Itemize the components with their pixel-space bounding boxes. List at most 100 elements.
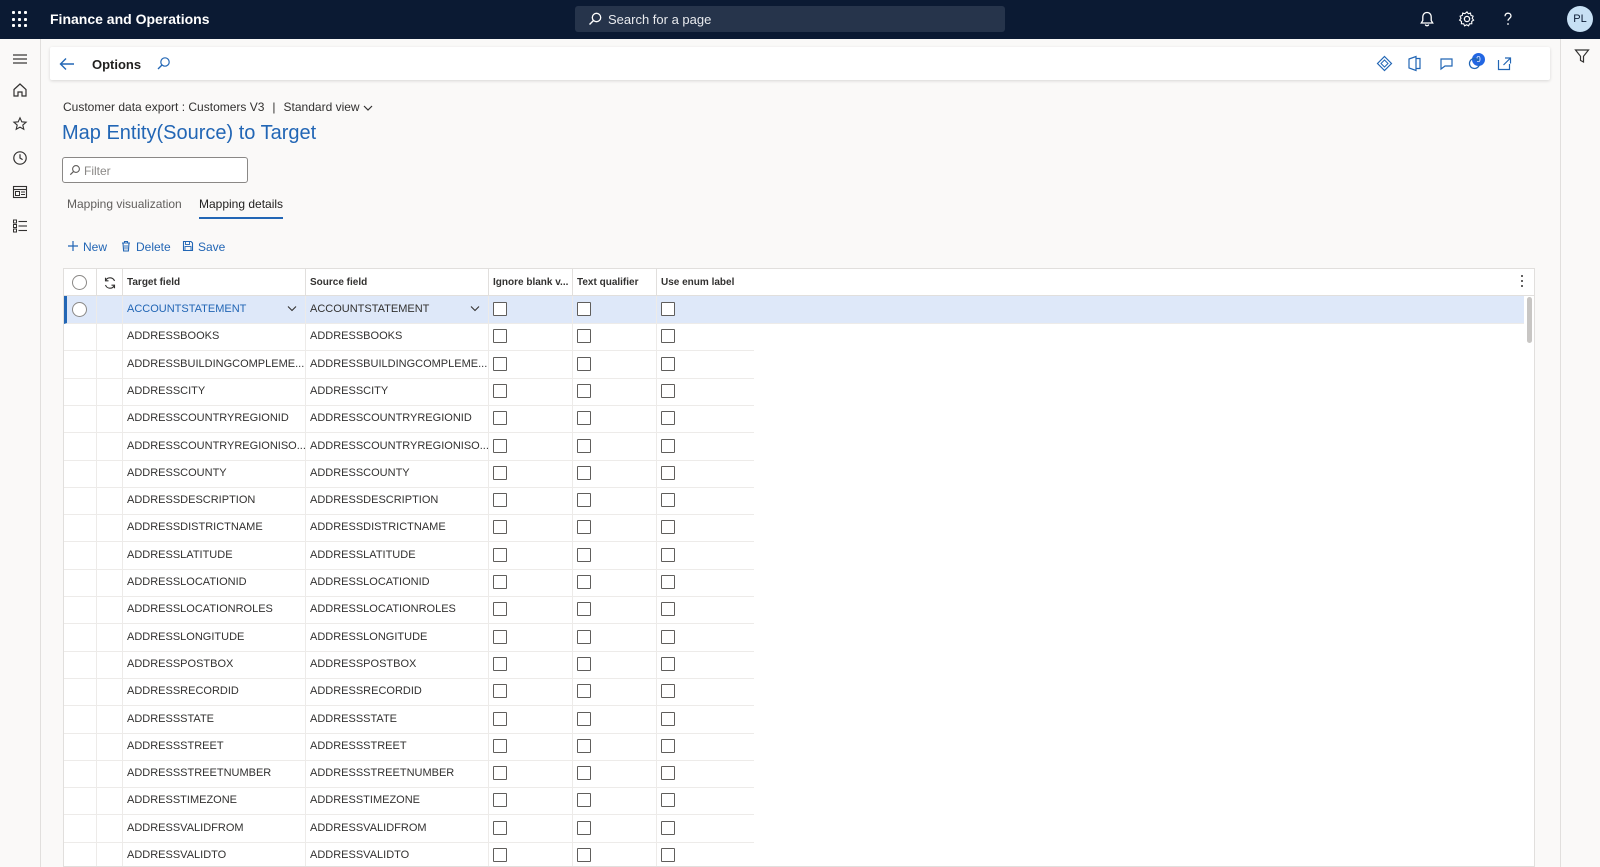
column-header-ignore-blank[interactable]: Ignore blank v... bbox=[489, 269, 573, 296]
app-title[interactable]: Finance and Operations bbox=[50, 11, 209, 27]
source-field-cell[interactable]: ADDRESSCITY bbox=[306, 377, 489, 405]
source-field-cell[interactable]: ADDRESSDESCRIPTION bbox=[306, 487, 489, 515]
use-enum-label-checkbox[interactable] bbox=[661, 656, 675, 671]
source-field-cell[interactable]: ADDRESSPOSTBOX bbox=[306, 650, 489, 678]
source-field-cell[interactable]: ADDRESSDISTRICTNAME bbox=[306, 514, 489, 542]
use-enum-label-checkbox[interactable] bbox=[661, 302, 675, 316]
text-qualifier-checkbox[interactable] bbox=[577, 711, 591, 726]
table-row[interactable]: ADDRESSPOSTBOX ADDRESSPOSTBOX bbox=[64, 650, 754, 679]
use-enum-label-checkbox[interactable] bbox=[661, 547, 675, 562]
source-field-cell[interactable]: ADDRESSLONGITUDE bbox=[306, 623, 489, 651]
target-field-cell[interactable]: ADDRESSLATITUDE bbox=[123, 541, 306, 569]
use-enum-label-checkbox[interactable] bbox=[661, 329, 675, 344]
ignore-blank-checkbox[interactable] bbox=[493, 438, 507, 453]
target-field-cell[interactable]: ADDRESSLONGITUDE bbox=[123, 623, 306, 651]
use-enum-label-checkbox[interactable] bbox=[661, 438, 675, 453]
ignore-blank-checkbox[interactable] bbox=[493, 520, 507, 535]
source-field-cell[interactable]: ADDRESSRECORDID bbox=[306, 678, 489, 706]
table-row[interactable]: ADDRESSSTREETNUMBER ADDRESSSTREETNUMBER bbox=[64, 760, 754, 789]
use-enum-label-checkbox[interactable] bbox=[661, 602, 675, 617]
global-search-box[interactable]: Search for a page bbox=[575, 6, 1005, 32]
text-qualifier-checkbox[interactable] bbox=[577, 575, 591, 589]
table-row[interactable]: ADDRESSDISTRICTNAME ADDRESSDISTRICTNAME bbox=[64, 514, 754, 543]
target-field-cell[interactable]: ADDRESSVALIDFROM bbox=[123, 814, 306, 842]
use-enum-label-checkbox[interactable] bbox=[661, 629, 675, 644]
select-all-radio[interactable] bbox=[72, 275, 87, 290]
source-field-cell[interactable]: ADDRESSBOOKS bbox=[306, 323, 489, 351]
text-qualifier-checkbox[interactable] bbox=[577, 820, 591, 835]
source-field-cell[interactable]: ADDRESSCOUNTRYREGIONISO... bbox=[306, 432, 489, 460]
target-field-cell[interactable]: ADDRESSSTREETNUMBER bbox=[123, 760, 306, 788]
ignore-blank-checkbox[interactable] bbox=[493, 766, 507, 781]
modules-list-icon[interactable] bbox=[12, 218, 28, 234]
action-search-icon[interactable] bbox=[156, 56, 171, 71]
text-qualifier-checkbox[interactable] bbox=[577, 329, 591, 344]
target-field-cell[interactable]: ADDRESSCITY bbox=[123, 377, 306, 405]
text-qualifier-checkbox[interactable] bbox=[577, 738, 591, 753]
text-qualifier-checkbox[interactable] bbox=[577, 411, 591, 426]
source-field-cell[interactable]: ADDRESSSTREET bbox=[306, 732, 489, 760]
source-field-cell[interactable]: ADDRESSLOCATIONROLES bbox=[306, 596, 489, 624]
use-enum-label-checkbox[interactable] bbox=[661, 520, 675, 535]
column-header-use-enum-label[interactable]: Use enum label bbox=[657, 269, 757, 296]
ignore-blank-checkbox[interactable] bbox=[493, 547, 507, 562]
use-enum-label-checkbox[interactable] bbox=[661, 711, 675, 726]
ignore-blank-checkbox[interactable] bbox=[493, 629, 507, 644]
view-selector[interactable]: Standard view bbox=[284, 100, 373, 114]
sync-icon[interactable] bbox=[103, 276, 117, 290]
target-field-cell[interactable]: ADDRESSPOSTBOX bbox=[123, 650, 306, 678]
ignore-blank-checkbox[interactable] bbox=[493, 411, 507, 426]
target-field-cell[interactable]: ADDRESSLOCATIONID bbox=[123, 569, 306, 596]
source-field-cell[interactable]: ADDRESSSTATE bbox=[306, 705, 489, 733]
text-qualifier-checkbox[interactable] bbox=[577, 383, 591, 398]
clock-icon[interactable] bbox=[12, 150, 28, 166]
table-row[interactable]: ACCOUNTSTATEMENT ACCOUNTSTATEMENT bbox=[64, 296, 1524, 324]
ignore-blank-checkbox[interactable] bbox=[493, 848, 507, 862]
use-enum-label-checkbox[interactable] bbox=[661, 465, 675, 480]
source-field-cell[interactable]: ADDRESSTIMEZONE bbox=[306, 787, 489, 815]
ignore-blank-checkbox[interactable] bbox=[493, 793, 507, 808]
user-avatar[interactable]: PL bbox=[1567, 6, 1593, 32]
ignore-blank-checkbox[interactable] bbox=[493, 820, 507, 835]
text-qualifier-checkbox[interactable] bbox=[577, 684, 591, 699]
help-icon[interactable] bbox=[1499, 10, 1517, 28]
target-field-cell[interactable]: ADDRESSRECORDID bbox=[123, 678, 306, 706]
table-row[interactable]: ADDRESSTIMEZONE ADDRESSTIMEZONE bbox=[64, 787, 754, 816]
text-qualifier-checkbox[interactable] bbox=[577, 520, 591, 535]
use-enum-label-checkbox[interactable] bbox=[661, 793, 675, 808]
target-field-cell[interactable]: ADDRESSCOUNTY bbox=[123, 459, 306, 487]
row-select-radio[interactable] bbox=[72, 302, 87, 317]
ignore-blank-checkbox[interactable] bbox=[493, 656, 507, 671]
workspaces-icon[interactable] bbox=[12, 184, 28, 200]
star-icon[interactable] bbox=[12, 116, 28, 132]
text-qualifier-checkbox[interactable] bbox=[577, 302, 591, 316]
ignore-blank-checkbox[interactable] bbox=[493, 302, 507, 316]
target-field-cell[interactable]: ADDRESSBOOKS bbox=[123, 323, 306, 351]
text-qualifier-checkbox[interactable] bbox=[577, 848, 591, 862]
table-row[interactable]: ADDRESSBOOKS ADDRESSBOOKS bbox=[64, 323, 754, 352]
text-qualifier-checkbox[interactable] bbox=[577, 493, 591, 508]
use-enum-label-checkbox[interactable] bbox=[661, 411, 675, 426]
table-row[interactable]: ADDRESSLOCATIONID ADDRESSLOCATIONID bbox=[64, 569, 754, 597]
ignore-blank-checkbox[interactable] bbox=[493, 465, 507, 480]
source-field-cell[interactable]: ADDRESSCOUNTRYREGIONID bbox=[306, 405, 489, 433]
table-row[interactable]: ADDRESSLATITUDE ADDRESSLATITUDE bbox=[64, 541, 754, 570]
ignore-blank-checkbox[interactable] bbox=[493, 602, 507, 617]
table-row[interactable]: ADDRESSVALIDFROM ADDRESSVALIDFROM bbox=[64, 814, 754, 843]
power-apps-icon[interactable] bbox=[1376, 55, 1393, 72]
chevron-down-icon[interactable] bbox=[287, 305, 297, 312]
column-header-target-field[interactable]: Target field bbox=[123, 269, 306, 296]
use-enum-label-checkbox[interactable] bbox=[661, 493, 675, 508]
refresh-icon[interactable] bbox=[1466, 55, 1483, 72]
ignore-blank-checkbox[interactable] bbox=[493, 684, 507, 699]
target-field-cell[interactable]: ADDRESSCOUNTRYREGIONISO... bbox=[123, 432, 306, 460]
target-field-cell[interactable]: ADDRESSVALIDTO bbox=[123, 842, 306, 866]
text-qualifier-checkbox[interactable] bbox=[577, 602, 591, 617]
use-enum-label-checkbox[interactable] bbox=[661, 848, 675, 862]
ignore-blank-checkbox[interactable] bbox=[493, 329, 507, 344]
back-arrow-icon[interactable] bbox=[58, 55, 76, 73]
ignore-blank-checkbox[interactable] bbox=[493, 356, 507, 371]
more-options-icon[interactable] bbox=[1520, 275, 1524, 289]
use-enum-label-checkbox[interactable] bbox=[661, 684, 675, 699]
text-qualifier-checkbox[interactable] bbox=[577, 547, 591, 562]
